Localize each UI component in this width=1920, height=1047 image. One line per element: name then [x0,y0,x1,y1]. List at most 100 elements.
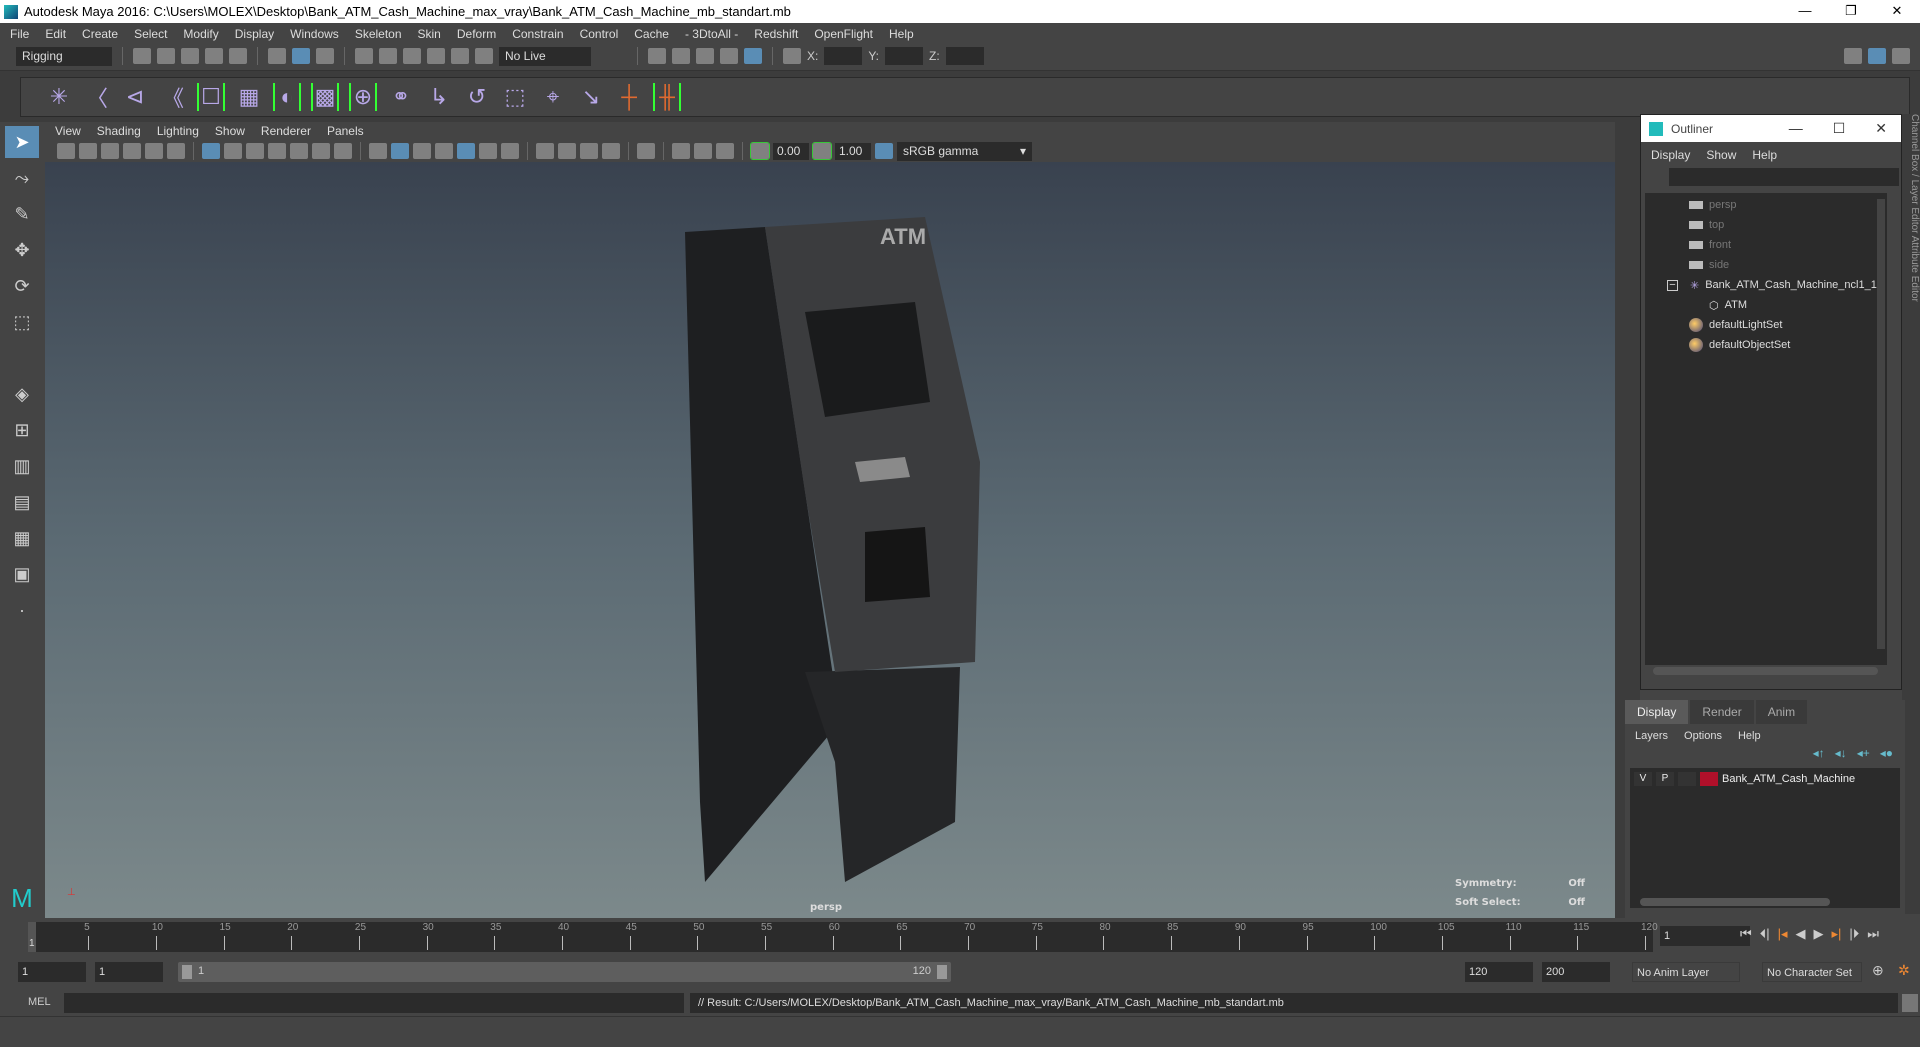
outliner-item-top[interactable]: top [1645,215,1887,235]
remove-influence-icon[interactable]: ╫ [653,83,681,111]
hypershade-icon[interactable] [744,48,762,64]
close-button[interactable]: ✕ [1875,120,1887,137]
parent-constraint-icon[interactable]: ⚭ [387,83,415,111]
select-component-icon[interactable] [316,48,334,64]
xray-joints-icon[interactable] [716,143,734,159]
panel-menu-renderer[interactable]: Renderer [261,124,311,138]
hypershade-layout-icon[interactable]: ▦ [5,522,39,554]
2d-pan-zoom-icon[interactable] [145,143,163,159]
render-current-icon[interactable] [672,48,690,64]
field-chart-icon[interactable] [290,143,308,159]
snap-curve-icon[interactable] [379,48,397,64]
persp-graph-layout-icon[interactable]: ▤ [5,486,39,518]
four-view-layout-icon[interactable]: ⊞ [5,414,39,446]
auto-key-icon[interactable]: ⊕ [1872,962,1884,979]
resolution-gate-icon[interactable] [246,143,264,159]
command-input[interactable] [64,993,684,1013]
z-field[interactable] [945,47,984,65]
range-slider[interactable]: 1 120 [178,962,951,982]
ik-handle-icon[interactable]: 〈 [83,83,111,111]
menu-cache[interactable]: Cache [634,27,669,41]
aim-constraint-icon[interactable]: ⌖ [539,83,567,111]
move-layer-up-icon[interactable]: ◂↑ [1813,746,1825,760]
smooth-shade-icon[interactable] [391,143,409,159]
menu-3dtoall[interactable]: - 3DtoAll - [685,27,738,41]
outliner-item-persp[interactable]: persp [1645,195,1887,215]
wireframe-on-shaded-icon[interactable] [435,143,453,159]
default-material-icon[interactable] [413,143,431,159]
lattice-icon[interactable]: ▩ [311,83,339,111]
bind-skin-icon[interactable]: ▦ [235,83,263,111]
render-settings-icon[interactable] [720,48,738,64]
xray-active-icon[interactable] [694,143,712,159]
step-forward-frame-icon[interactable]: |⏵ [1849,926,1859,942]
open-scene-icon[interactable] [157,48,175,64]
panel-menu-show[interactable]: Show [215,124,245,138]
isolate-select-icon[interactable] [637,143,655,159]
wireframe-icon[interactable] [369,143,387,159]
minimize-button[interactable]: — [1782,0,1828,23]
anti-aliasing-icon[interactable] [580,143,598,159]
view-transform-dropdown[interactable]: sRGB gamma ▾ [897,141,1032,161]
play-backward-icon[interactable]: ◀ [1796,926,1806,942]
camera-select-icon[interactable] [57,143,75,159]
menu-windows[interactable]: Windows [290,27,339,41]
panel-menu-view[interactable]: View [55,124,81,138]
outliner-item-bank-atm[interactable]: − ✳ Bank_ATM_Cash_Machine_ncl1_1 [1645,275,1887,295]
gamma-icon[interactable] [812,142,832,160]
maximize-button[interactable]: ❐ [1828,0,1874,23]
step-back-key-icon[interactable]: |◂ [1778,926,1788,942]
menu-redshift[interactable]: Redshift [754,27,798,41]
y-field[interactable] [885,47,924,65]
tab-display[interactable]: Display [1625,700,1689,724]
tool-settings-icon[interactable] [1892,48,1910,64]
scale-constraint-icon[interactable]: ⬚ [501,83,529,111]
outliner-title-bar[interactable]: Outliner — ☐ ✕ [1641,115,1901,142]
menu-openflight[interactable]: OpenFlight [814,27,873,41]
layer-horizontal-scrollbar[interactable] [1640,898,1830,906]
start-time-field[interactable]: 1 [18,962,86,982]
playback-end-field[interactable]: 120 [1465,962,1533,982]
outliner-item-atm[interactable]: ⬡ ATM [1645,295,1887,315]
outliner-search-field[interactable] [1669,168,1899,186]
playback-start-field[interactable]: 1 [95,962,163,982]
rotate-tool-icon[interactable]: ⟳ [5,270,39,302]
xray-icon[interactable] [672,143,690,159]
render-view-icon[interactable] [648,48,666,64]
cluster-icon[interactable]: ◐ [273,83,301,111]
anim-layer-dropdown[interactable]: No Anim Layer [1632,962,1740,982]
color-management-icon[interactable] [875,143,893,159]
more-layouts-icon[interactable]: · [5,594,39,626]
save-scene-icon[interactable] [181,48,199,64]
wrap-icon[interactable]: ⊕ [349,83,377,111]
time-slider[interactable]: 1 5 10 15 20 25 30 35 40 45 50 55 60 65 70 75 80 85 90 95 1… [28,922,1658,952]
outliner-vertical-scrollbar[interactable] [1877,199,1885,649]
range-start-handle[interactable] [182,965,192,979]
menu-help[interactable]: Help [889,27,914,41]
menu-file[interactable]: File [10,27,29,41]
motion-blur-icon[interactable] [558,143,576,159]
ipr-render-icon[interactable] [696,48,714,64]
snap-view-icon[interactable] [427,48,445,64]
tab-render[interactable]: Render [1690,700,1754,724]
lasso-tool-icon[interactable]: ⤳ [5,162,39,194]
gamma-field[interactable]: 1.00 [835,142,871,160]
new-empty-layer-icon[interactable]: ◂+ [1857,746,1870,760]
animation-preferences-icon[interactable]: ✲ [1898,962,1910,979]
channel-box-toggle-icon[interactable] [1868,48,1886,64]
exposure-field[interactable]: 0.00 [773,142,809,160]
lights-icon[interactable] [479,143,497,159]
current-frame-field[interactable]: 1 [1660,926,1750,946]
grease-pencil-icon[interactable] [167,143,185,159]
shadows-icon[interactable] [501,143,519,159]
menu-create[interactable]: Create [82,27,118,41]
humanik-icon[interactable]: ☐ [197,83,225,111]
display-type-toggle[interactable] [1678,772,1696,786]
help-menu[interactable]: Help [1738,730,1761,742]
point-constraint-icon[interactable]: ↳ [425,83,453,111]
outliner-menu-display[interactable]: Display [1651,148,1690,162]
undo-icon[interactable] [205,48,223,64]
insert-joint-icon[interactable]: 《 [159,83,187,111]
persp-outliner-layout-icon[interactable]: ▥ [5,450,39,482]
live-icon[interactable] [475,48,493,64]
